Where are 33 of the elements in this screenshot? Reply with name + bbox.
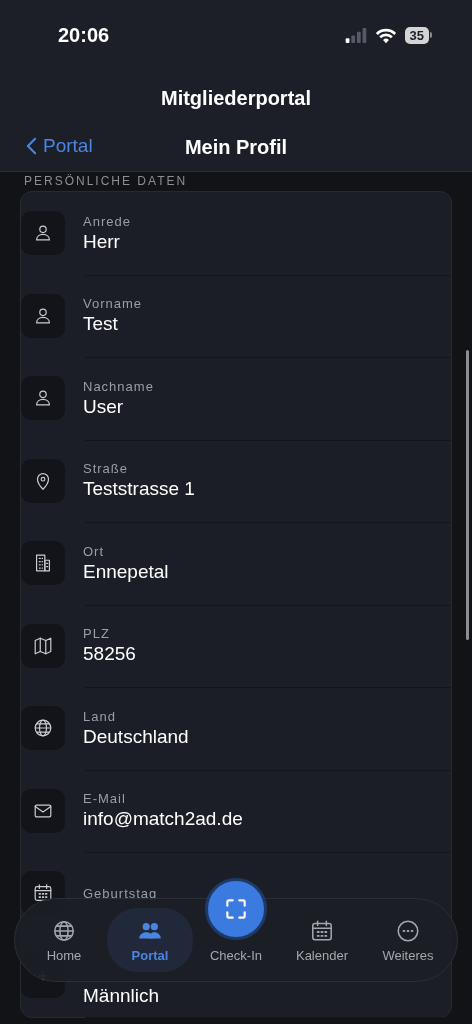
tab-item[interactable]: Kalender [279,908,365,972]
wifi-icon [374,26,397,44]
field-value: Teststrasse 1 [83,477,195,502]
field-value: 58256 [83,642,136,667]
field-label: Geburtstag [83,884,158,902]
battery-level: 35 [404,26,429,44]
field-value: info@match2ad.de [83,807,243,832]
field-value: User [83,394,125,419]
field-label: Anrede [83,212,131,230]
field-label: PLZ [83,625,111,643]
field-label: E-Mail [83,790,127,808]
section-heading: PERSÖNLICHE DATEN [23,174,189,188]
signal-icon [344,27,367,43]
field-label: Straße [83,460,129,478]
field-value: Männlich [83,983,160,1008]
tab-label: Check-In [210,948,262,963]
tab-item[interactable]: Weiteres [365,908,451,972]
field-label: Ort [83,542,106,560]
status-time: 20:06 [58,23,110,47]
tab-item[interactable]: Portal [107,908,193,972]
page-title: Mein Profil [184,135,288,159]
field-value: Deutschland [83,724,189,749]
app-title: Mitgliederportal [160,86,312,111]
field-label: Nachname [83,377,154,395]
back-button[interactable]: Portal [26,135,93,157]
field-label: Vorname [83,295,143,313]
scan-icon [223,896,249,922]
tab-item[interactable]: Home [21,908,107,972]
field-label: Land [83,707,117,725]
field-value: Herr [83,229,121,254]
chevron-icon [26,137,37,155]
field-value: Test [83,312,119,337]
field-value: Ennepetal [83,559,169,584]
